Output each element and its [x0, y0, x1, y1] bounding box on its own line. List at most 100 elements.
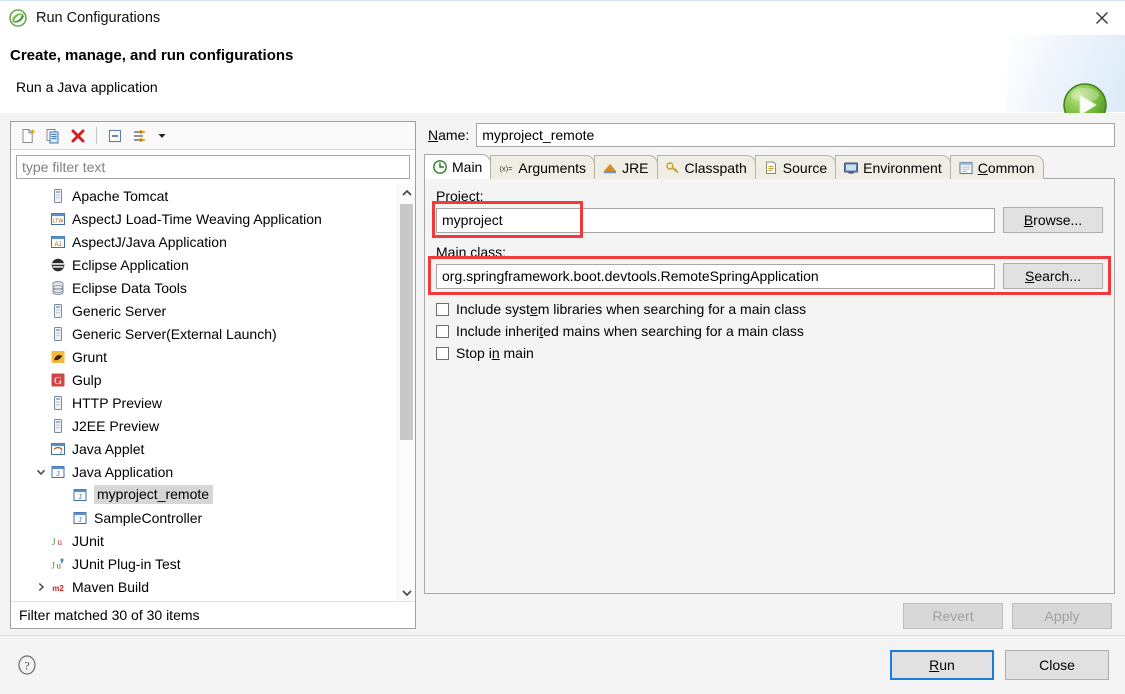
tab-common[interactable]: Common — [949, 155, 1044, 179]
svg-text:u: u — [58, 537, 63, 547]
tree-item[interactable]: Ju JUnit — [11, 529, 398, 552]
svg-text:?: ? — [24, 659, 29, 673]
page-title: Create, manage, and run configurations — [10, 47, 294, 64]
tree-item[interactable]: Generic Server — [11, 299, 398, 322]
scrollbar-thumb[interactable] — [400, 204, 413, 440]
tab-classpath[interactable]: Classpath — [656, 155, 756, 179]
run-button[interactable]: Run — [890, 650, 994, 680]
name-row: Name: — [424, 121, 1115, 154]
main-class-options: Include system libraries when searching … — [436, 298, 1103, 364]
tab-label: Classpath — [684, 159, 747, 176]
tree-item[interactable]: Generic Server(External Launch) — [11, 322, 398, 345]
configurations-tree[interactable]: Apache Tomcat LTW AspectJ Load-Time Weavin… — [11, 183, 415, 601]
server-icon — [49, 418, 67, 434]
collapse-all-icon[interactable] — [104, 125, 126, 146]
svg-text:J: J — [78, 517, 82, 524]
svg-text:(x)=: (x)= — [500, 164, 514, 173]
tree-item[interactable]: G Gulp — [11, 368, 398, 391]
tree-item[interactable]: Grunt — [11, 345, 398, 368]
svg-text:J: J — [56, 471, 60, 478]
tree-item[interactable]: J2EE Preview — [11, 414, 398, 437]
close-button[interactable]: Close — [1005, 650, 1109, 680]
tree-item[interactable]: J SampleController — [11, 506, 398, 529]
page-subtitle: Run a Java application — [16, 79, 158, 95]
help-icon[interactable]: ? — [16, 654, 38, 676]
checkbox-row[interactable]: Include system libraries when searching … — [436, 298, 1103, 320]
scroll-down-arrow-icon[interactable] — [398, 584, 415, 601]
tab-environment[interactable]: Environment — [835, 155, 951, 179]
duplicate-icon[interactable] — [42, 125, 64, 146]
close-icon[interactable] — [1079, 1, 1125, 35]
tree-item-label: Eclipse Application — [72, 256, 189, 273]
configuration-editor: Name: Main (x)= Arguments JRE Classpath Sourc… — [424, 121, 1115, 629]
name-input[interactable] — [476, 123, 1115, 147]
search-button[interactable]: Search... — [1003, 263, 1103, 289]
tree-item[interactable]: LTW AspectJ Load-Time Weaving Application — [11, 207, 398, 230]
tree-item[interactable]: Eclipse Application — [11, 253, 398, 276]
tree-item[interactable]: J Java Application — [11, 460, 398, 483]
tree-item-label: Apache Tomcat — [72, 187, 169, 204]
tab-label: Main — [452, 159, 483, 175]
chevron-right-icon[interactable] — [33, 582, 49, 592]
checkbox-label: Include system libraries when searching … — [456, 301, 807, 317]
server-icon — [49, 326, 67, 342]
java-app-icon: J — [71, 487, 89, 503]
tree-item-label: Grunt — [72, 348, 108, 365]
main-class-input[interactable] — [436, 263, 995, 289]
tree-item-label: Generic Server — [72, 302, 167, 319]
svg-text:J: J — [52, 560, 56, 570]
tree-item[interactable]: Jmyproject_remote — [11, 483, 398, 506]
tree-item[interactable]: HTTP Preview — [11, 391, 398, 414]
project-input[interactable] — [436, 207, 995, 233]
tab-bar: Main (x)= Arguments JRE Classpath Source Envir… — [424, 154, 1115, 179]
tab-label: Environment — [863, 159, 942, 176]
search-input[interactable] — [16, 155, 410, 179]
revert-apply-row: Revert Apply — [424, 594, 1115, 629]
checkbox-icon[interactable] — [436, 346, 449, 360]
filter-icon[interactable] — [129, 125, 151, 146]
svg-text:J: J — [52, 537, 56, 547]
jre-tab-icon — [602, 160, 618, 176]
checkbox-row[interactable]: Stop in main — [436, 342, 1103, 364]
checkbox-icon[interactable] — [436, 324, 449, 338]
tab-arguments[interactable]: (x)= Arguments — [490, 155, 596, 179]
tab-main[interactable]: Main — [424, 154, 492, 179]
configurations-toolbar — [11, 122, 415, 150]
tree-item-label: Generic Server(External Launch) — [72, 325, 277, 342]
main-tab-panel: Project: Browse... Main class: Search...… — [424, 178, 1115, 594]
chevron-down-icon[interactable] — [33, 467, 49, 477]
project-row: Browse... — [432, 201, 1103, 238]
svg-text:J: J — [78, 494, 82, 501]
new-configuration-icon[interactable] — [17, 125, 39, 146]
tree-item-label: HTTP Preview — [72, 394, 162, 411]
revert-button[interactable]: Revert — [903, 603, 1003, 629]
tree-item[interactable]: J Java Applet — [11, 437, 398, 460]
apply-button[interactable]: Apply — [1012, 603, 1112, 629]
scroll-up-arrow-icon[interactable] — [398, 184, 415, 201]
main-class-row: Search... — [428, 256, 1111, 295]
configurations-panel: Apache Tomcat LTW AspectJ Load-Time Weavin… — [10, 121, 416, 629]
tab-jre[interactable]: JRE — [594, 155, 658, 179]
toolbar-separator — [96, 127, 97, 144]
tree-item[interactable]: Apache Tomcat — [11, 184, 398, 207]
tab-label: Arguments — [518, 159, 587, 176]
checkbox-row[interactable]: Include inherited mains when searching f… — [436, 320, 1103, 342]
tree-item[interactable]: m2 Maven Build — [11, 575, 398, 598]
tree-item-label: J2EE Preview — [72, 417, 160, 434]
chevron-down-icon[interactable] — [154, 126, 170, 146]
dialog-footer: ? Run Close — [0, 635, 1125, 694]
delete-icon[interactable] — [67, 125, 89, 146]
checkbox-icon[interactable] — [436, 302, 449, 316]
tab-source[interactable]: Source — [754, 155, 837, 179]
tree-item-label: SampleController — [94, 509, 203, 526]
dialog-header: Create, manage, and run configurations R… — [0, 35, 1125, 114]
browse-button[interactable]: Browse... — [1003, 207, 1103, 233]
tree-vertical-scrollbar[interactable] — [397, 184, 415, 601]
tree-item[interactable]: Eclipse Data Tools — [11, 276, 398, 299]
tree-item-label: JUnit — [72, 532, 104, 549]
server-icon — [49, 395, 67, 411]
java-applet-icon: J — [49, 441, 67, 457]
tree-item[interactable]: Ju JUnit Plug-in Test — [11, 552, 398, 575]
checkbox-label: Include inherited mains when searching f… — [456, 323, 804, 339]
tree-item[interactable]: AJ AspectJ/Java Application — [11, 230, 398, 253]
